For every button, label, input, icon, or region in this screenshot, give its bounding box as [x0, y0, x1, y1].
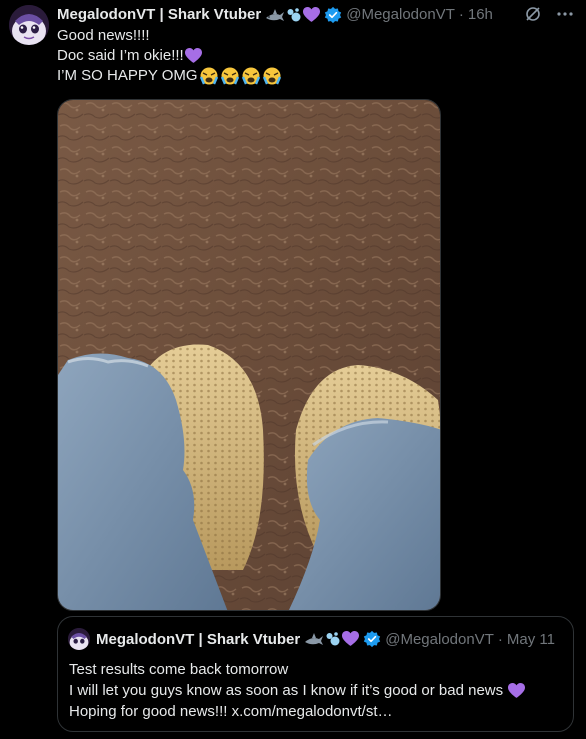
- quote-name-emoji: [304, 631, 360, 647]
- name-emoji: [265, 7, 321, 23]
- tweet-line-text: Good news!!!!: [57, 27, 150, 44]
- quote-line-text: Test results come back tomorrow: [69, 661, 289, 678]
- avatar[interactable]: [9, 5, 49, 45]
- quote-timestamp[interactable]: May 11: [507, 631, 555, 648]
- purple-heart-icon: [508, 682, 526, 699]
- timestamp[interactable]: 16h: [468, 5, 493, 25]
- quote-line: I will let you guys know as soon as I kn…: [69, 680, 563, 701]
- tweet-line: I’M SO HAPPY OMG: [57, 66, 574, 86]
- purple-heart-icon: [303, 7, 321, 22]
- crying-face-icon: [199, 67, 219, 85]
- quote-display-name[interactable]: MegalodonVT | Shark Vtuber: [96, 631, 300, 648]
- tweet-header: MegalodonVT | Shark Vtuber @MegalodonVT: [57, 5, 574, 25]
- tweet-photo[interactable]: [57, 99, 441, 611]
- quote-line-text: Hoping for good news!!! x.com/megalodonv…: [69, 703, 393, 720]
- separator-dot: ·: [497, 630, 503, 648]
- purple-heart-icon: [342, 631, 360, 646]
- quote-line: Test results come back tomorrow: [69, 659, 563, 680]
- tweet-line-text: I’M SO HAPPY OMG: [57, 67, 198, 84]
- display-name[interactable]: MegalodonVT | Shark Vtuber: [57, 5, 261, 25]
- quoted-tweet[interactable]: MegalodonVT | Shark Vtuber @MegalodonVT …: [57, 616, 574, 732]
- shark-icon: [305, 633, 324, 645]
- tweet-line-text: Doc said I’m okie!!!: [57, 47, 184, 64]
- separator-dot: ·: [458, 6, 464, 23]
- verified-badge-icon[interactable]: [324, 6, 342, 24]
- handle[interactable]: @MegalodonVT: [346, 5, 455, 25]
- quote-avatar[interactable]: [68, 628, 90, 650]
- quote-handle[interactable]: @MegalodonVT: [385, 631, 494, 648]
- crying-face-icon: [220, 67, 240, 85]
- quote-line: Hoping for good news!!! x.com/megalodonv…: [69, 701, 563, 722]
- bubbles-icon: [287, 8, 301, 22]
- crying-face-icon: [241, 67, 261, 85]
- shark-icon: [266, 9, 285, 21]
- quote-line-text: I will let you guys know as soon as I kn…: [69, 682, 504, 699]
- quote-text: Test results come back tomorrow I will l…: [69, 659, 563, 722]
- tweet-text: Good news!!!! Doc said I’m okie!!! I’M S…: [57, 26, 574, 86]
- purple-heart-icon: [184, 48, 202, 64]
- bubbles-icon: [326, 632, 340, 646]
- tweet-line: Good news!!!!: [57, 26, 574, 46]
- tweet-line: Doc said I’m okie!!!: [57, 46, 574, 66]
- verified-badge-icon[interactable]: [363, 630, 381, 648]
- crying-face-icon: [262, 67, 282, 85]
- quote-header: MegalodonVT | Shark Vtuber @MegalodonVT …: [68, 628, 563, 650]
- tweet[interactable]: MegalodonVT | Shark Vtuber @MegalodonVT: [0, 0, 586, 739]
